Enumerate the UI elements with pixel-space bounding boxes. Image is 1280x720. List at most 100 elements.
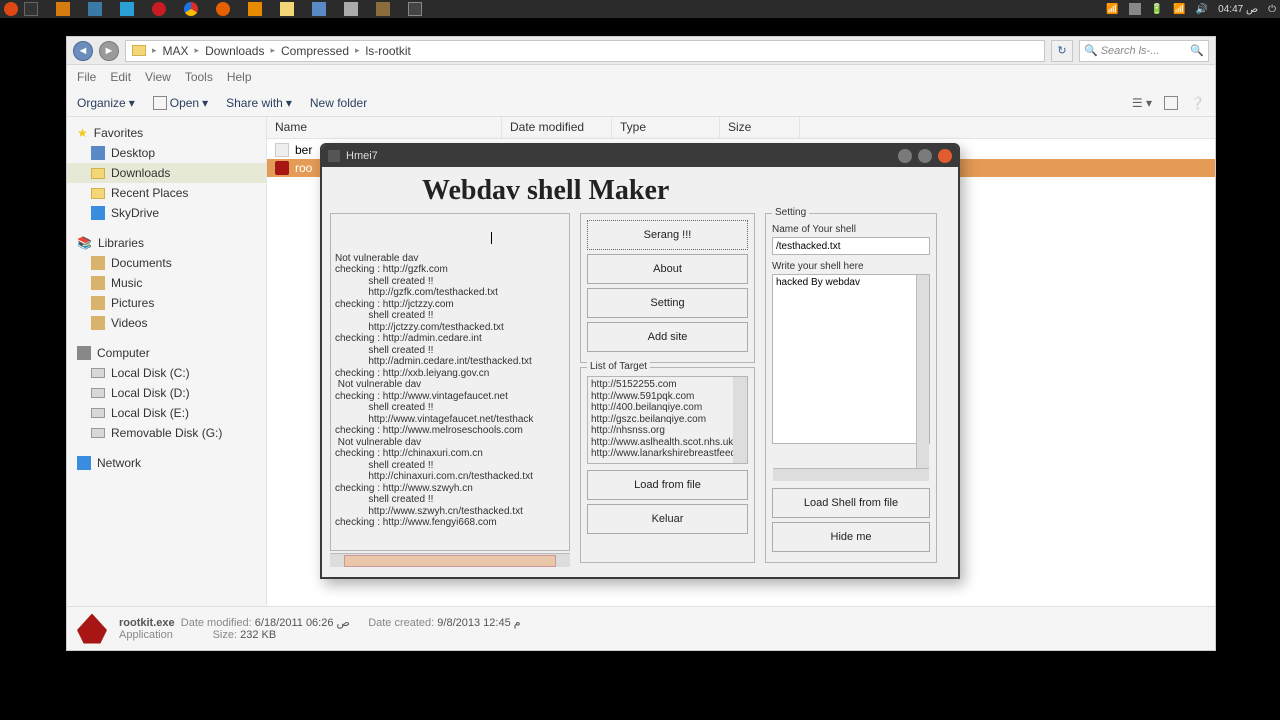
active-window-icon[interactable] [408,2,422,16]
addsite-button[interactable]: Add site [587,322,748,352]
clock[interactable]: 04:47 ص [1218,4,1258,15]
forward-button[interactable]: ► [99,41,119,61]
preview-pane-button[interactable] [1164,96,1178,110]
menu-help[interactable]: Help [227,70,252,84]
keluar-button[interactable]: Keluar [587,504,748,534]
files-icon[interactable] [280,2,294,16]
sidebar-item-videos[interactable]: Videos [67,313,266,333]
app-icon[interactable] [248,2,262,16]
terminal-icon[interactable] [24,2,38,16]
refresh-button[interactable]: ↻ [1051,40,1073,62]
sidebar-computer[interactable]: Computer [67,343,266,363]
crumb-2[interactable]: Compressed [281,44,349,58]
sidebar-item-drive-e[interactable]: Local Disk (E:) [67,403,266,423]
targets-vscrollbar[interactable] [733,377,747,463]
shell-hscrollbar[interactable] [773,468,929,481]
volume-icon[interactable]: 🔊 [1196,4,1208,15]
sidebar-item-documents[interactable]: Documents [67,253,266,273]
column-headers[interactable]: Name Date modified Type Size [267,117,1215,139]
sidebar-item-desktop[interactable]: Desktop [67,143,266,163]
crumb-3[interactable]: ls-rootkit [366,44,411,58]
sidebar-item-drive-d[interactable]: Local Disk (D:) [67,383,266,403]
organize-button[interactable]: Organize ▾ [77,96,135,110]
breadcrumb[interactable]: ▸ MAX ▸ Downloads ▸ Compressed ▸ ls-root… [125,40,1045,62]
close-button[interactable] [938,149,952,163]
sidebar-item-pictures[interactable]: Pictures [67,293,266,313]
sidebar-libraries[interactable]: 📚Libraries [67,233,266,253]
crumb-0[interactable]: MAX [163,44,189,58]
search-go-icon[interactable]: 🔍 [1190,44,1204,57]
drive-icon [91,368,105,378]
shellname-input[interactable] [772,237,930,255]
menu-edit[interactable]: Edit [110,70,131,84]
col-name[interactable]: Name [267,117,502,138]
open-button[interactable]: Open ▾ [153,96,208,110]
setting-button[interactable]: Setting [587,288,748,318]
folder-icon [91,168,105,179]
window-title: Hmei7 [346,150,378,162]
titlebar[interactable]: Hmei7 [322,145,958,167]
firefox-icon[interactable] [216,2,230,16]
opera-icon[interactable] [152,2,166,16]
menu-file[interactable]: File [77,70,96,84]
col-modified[interactable]: Date modified [502,117,612,138]
letterbox [0,660,1280,720]
sidebar-item-recent[interactable]: Recent Places [67,183,266,203]
chrome-icon[interactable] [184,2,198,16]
serang-button[interactable]: Serang !!! [587,220,748,250]
minimize-button[interactable] [898,149,912,163]
tray-icon[interactable] [1129,3,1141,15]
sidebar-item-skydrive[interactable]: SkyDrive [67,203,266,223]
gimp-icon[interactable] [376,2,390,16]
hideme-button[interactable]: Hide me [772,522,930,552]
app-heading: Webdav shell Maker [322,167,958,213]
telegram-icon[interactable] [120,2,134,16]
col-size[interactable]: Size [720,117,800,138]
computer-icon [77,346,91,360]
sidebar-item-drive-g[interactable]: Removable Disk (G:) [67,423,266,443]
power-icon[interactable]: ⏻ [1268,4,1276,15]
network-icon[interactable]: 📶 [1106,4,1118,15]
desktop-icon [91,146,105,160]
media-icon[interactable] [56,2,70,16]
target-list[interactable]: http://5152255.comhttp://www.591pqk.comh… [587,376,748,464]
about-button[interactable]: About [587,254,748,284]
ubuntu-logo-icon[interactable] [4,2,18,16]
log-output[interactable]: Not vulnerable davchecking : http://gzfk… [330,213,570,551]
search-icon: 🔍 [1084,44,1098,57]
maximize-button[interactable] [918,149,932,163]
loadshell-button[interactable]: Load Shell from file [772,488,930,518]
newfolder-button[interactable]: New folder [310,96,367,110]
share-button[interactable]: Share with ▾ [226,96,292,110]
shell-vscrollbar[interactable] [916,275,929,468]
col-type[interactable]: Type [612,117,720,138]
network-icon [77,456,91,470]
sidebar-item-drive-c[interactable]: Local Disk (C:) [67,363,266,383]
sidebar-item-music[interactable]: Music [67,273,266,293]
sidebar-item-downloads[interactable]: Downloads [67,163,266,183]
documents-icon [91,256,105,270]
toolbar: Organize ▾ Open ▾ Share with ▾ New folde… [67,89,1215,117]
help-icon[interactable]: ❔ [1190,96,1205,110]
sound-icon[interactable]: 📶 [1173,4,1185,15]
folder-icon[interactable] [88,2,102,16]
shellcontent-label: Write your shell here [772,261,930,272]
search-input[interactable]: 🔍 Search ls-... 🔍 [1079,40,1209,62]
setting-group-label: Setting [772,207,809,218]
menu-tools[interactable]: Tools [185,70,213,84]
app3-icon[interactable] [344,2,358,16]
log-hscrollbar[interactable] [330,553,570,567]
drive-icon [91,388,105,398]
sidebar-favorites[interactable]: ★Favorites [67,123,266,143]
back-button[interactable]: ◄ [73,41,93,61]
crumb-1[interactable]: Downloads [205,44,264,58]
shellcontent-textarea[interactable]: hacked By webdav [772,274,930,444]
sidebar-network[interactable]: Network [67,453,266,473]
view-mode-button[interactable]: ☰ ▾ [1132,96,1152,110]
menu-view[interactable]: View [145,70,171,84]
system-tray: 📶 🔋 📶 🔊 04:47 ص ⏻ [1106,3,1276,15]
drive-icon [91,428,105,438]
battery-icon[interactable]: 🔋 [1151,4,1163,15]
loadfile-button[interactable]: Load from file [587,470,748,500]
app2-icon[interactable] [312,2,326,16]
